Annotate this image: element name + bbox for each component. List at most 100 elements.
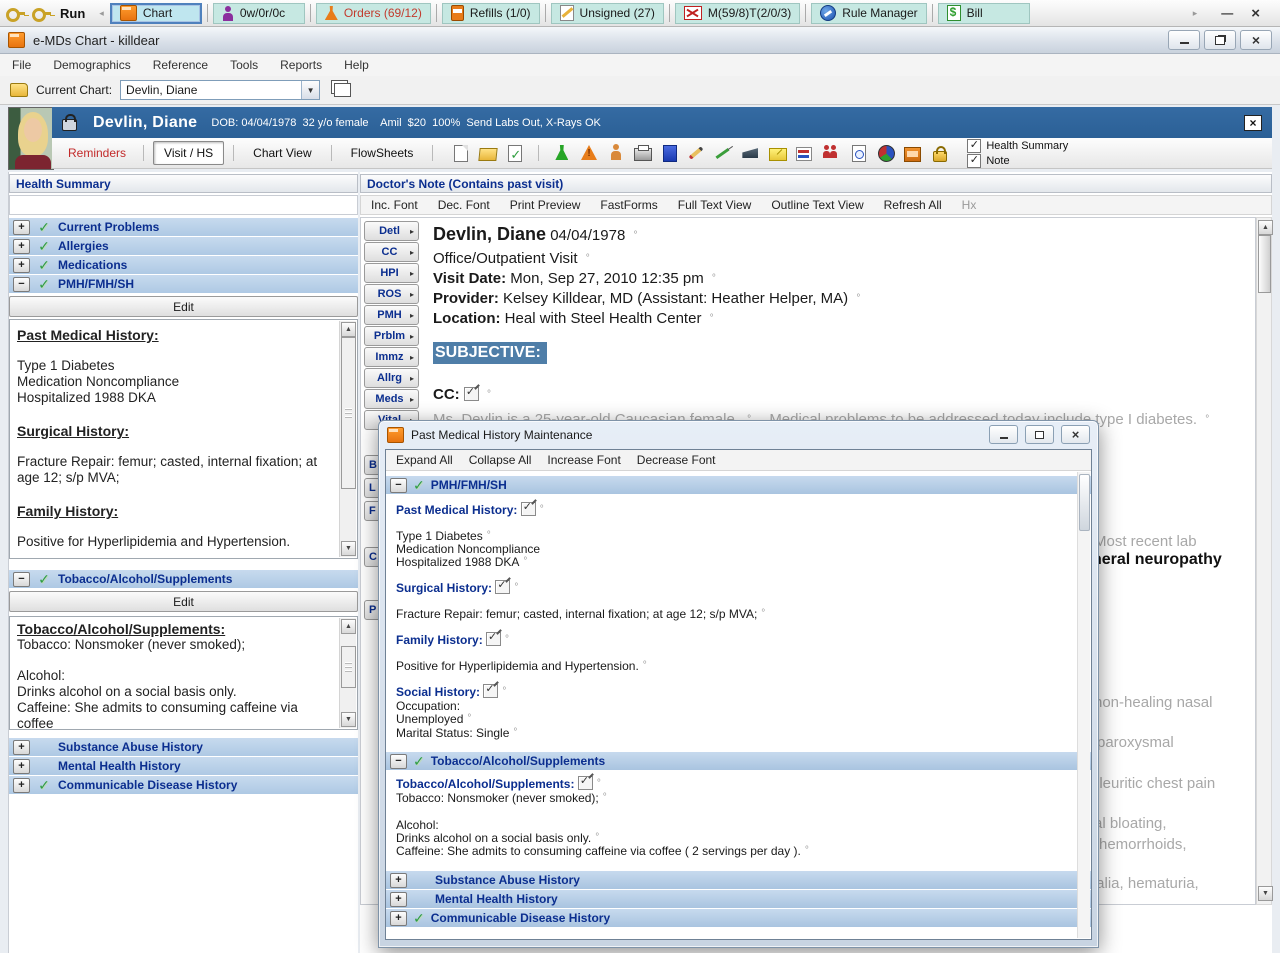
scrollbar[interactable]: ▲ ▼	[339, 321, 356, 557]
comment-dot[interactable]: °	[510, 582, 518, 593]
nav-ros-button[interactable]: ROS▸	[364, 284, 419, 304]
increase-font-button[interactable]: Increase Font	[547, 453, 620, 467]
menu-tools[interactable]: Tools	[230, 58, 258, 72]
section-communicable-disease[interactable]: + ✓ Communicable Disease History	[9, 776, 358, 795]
section-current-problems[interactable]: + ✓ Current Problems	[9, 218, 358, 237]
dialog-titlebar[interactable]: Past Medical History Maintenance ×	[379, 421, 1098, 448]
scroll-thumb[interactable]	[1079, 474, 1090, 531]
print-icon[interactable]	[634, 148, 652, 161]
scroll-thumb[interactable]	[341, 337, 356, 489]
dialog-close-button[interactable]: ×	[1061, 425, 1090, 444]
tab-messages[interactable]: M(59/8)T(2/0/3)	[675, 3, 800, 24]
reports-pie-icon[interactable]	[878, 145, 895, 162]
collapse-icon[interactable]: −	[13, 572, 30, 587]
comment-dot[interactable]: °	[599, 792, 607, 803]
schedule-icon[interactable]	[852, 145, 866, 162]
scroll-down-icon[interactable]: ▼	[341, 541, 356, 556]
comment-dot[interactable]: °	[519, 556, 527, 567]
expand-icon[interactable]: +	[390, 873, 407, 888]
visit-hs-button[interactable]: Visit / HS	[153, 141, 224, 165]
expand-icon[interactable]: +	[13, 740, 30, 755]
scan-icon[interactable]	[742, 148, 758, 158]
edit-checkbox-icon[interactable]: ✓	[464, 387, 479, 401]
expand-icon[interactable]: +	[13, 220, 30, 235]
nav-detl-button[interactable]: Detl▸	[364, 221, 419, 241]
comment-dot[interactable]: °	[509, 727, 517, 738]
menu-reference[interactable]: Reference	[153, 58, 208, 72]
nav-pmh-button[interactable]: PMH▸	[364, 305, 419, 325]
dialog-section-mental-health[interactable]: + Mental Health History	[386, 890, 1091, 908]
reminders-link[interactable]: Reminders	[68, 146, 126, 160]
edit-pencil-icon[interactable]	[689, 146, 704, 159]
comment-dot[interactable]: °	[708, 273, 716, 284]
tab-refills[interactable]: Refills (1/0)	[442, 3, 540, 24]
section-mental-health[interactable]: + Mental Health History	[9, 757, 358, 776]
edit-checkbox-icon[interactable]: ✓	[483, 684, 498, 698]
lock-icon[interactable]	[933, 151, 947, 162]
open-chart-icon[interactable]	[479, 148, 498, 161]
tabs-scroll-left-icon[interactable]: ◂	[99, 8, 104, 19]
refresh-all-button[interactable]: Refresh All	[884, 198, 942, 212]
dialog-section-communicable[interactable]: + ✓ Communicable Disease History	[386, 909, 1091, 927]
chevron-down-icon[interactable]: ▼	[301, 81, 319, 99]
scroll-up-icon[interactable]: ▲	[341, 322, 356, 337]
hx-button[interactable]: Hx	[962, 198, 977, 212]
fastforms-button[interactable]: FastForms	[600, 198, 657, 212]
comment-dot[interactable]: °	[483, 530, 491, 541]
window-minimize-button[interactable]	[1168, 30, 1200, 50]
comment-dot[interactable]: °	[591, 832, 599, 843]
inc-font-button[interactable]: Inc. Font	[371, 198, 418, 212]
decrease-font-button[interactable]: Decrease Font	[637, 453, 716, 467]
run-button[interactable]: Run	[60, 6, 85, 21]
comment-dot[interactable]: °	[498, 686, 506, 697]
dialog-section-tobacco[interactable]: − ✓ Tobacco/Alcohol/Supplements	[386, 752, 1091, 770]
tab-chart[interactable]: Chart	[110, 3, 202, 24]
collapse-all-button[interactable]: Collapse All	[469, 453, 532, 467]
privacy-lock-icon[interactable]	[62, 119, 77, 131]
section-tobacco[interactable]: − ✓ Tobacco/Alcohol/Supplements	[9, 570, 358, 589]
key-add-icon[interactable]	[32, 6, 52, 20]
comment-dot[interactable]: °	[501, 634, 509, 645]
scroll-up-icon[interactable]: ▲	[341, 619, 356, 634]
section-medications[interactable]: + ✓ Medications	[9, 256, 358, 275]
labs-icon[interactable]	[555, 145, 568, 160]
dec-font-button[interactable]: Dec. Font	[438, 198, 490, 212]
sign-note-icon[interactable]: ✓	[508, 145, 522, 162]
collapse-icon[interactable]: −	[13, 277, 30, 292]
comment-dot[interactable]: °	[801, 845, 809, 856]
tab-rule-manager[interactable]: Rule Manager	[811, 3, 926, 24]
scroll-thumb[interactable]	[1258, 235, 1271, 293]
current-chart-combobox[interactable]: Devlin, Diane ▼	[120, 80, 320, 100]
health-summary-checkbox[interactable]: ✓	[967, 139, 981, 153]
collapse-icon[interactable]: −	[390, 754, 407, 769]
document-icon[interactable]	[663, 145, 677, 162]
scrollbar[interactable]: ▲ ▼	[339, 618, 356, 728]
taskbar-close-button[interactable]: ×	[1251, 5, 1260, 22]
outline-text-view-button[interactable]: Outline Text View	[771, 198, 863, 212]
dialog-section-substance-abuse[interactable]: + Substance Abuse History	[386, 871, 1091, 889]
scroll-thumb[interactable]	[341, 646, 356, 688]
section-substance-abuse[interactable]: + Substance Abuse History	[9, 738, 358, 757]
comment-dot[interactable]: °	[1201, 414, 1209, 425]
pmh-text-area[interactable]: Past Medical History: Type 1 Diabetes Me…	[9, 319, 358, 559]
tobacco-text-area[interactable]: Tobacco/Alcohol/Supplements: Tobacco: No…	[9, 616, 358, 730]
expand-all-button[interactable]: Expand All	[396, 453, 453, 467]
chart-view-button[interactable]: Chart View	[243, 142, 321, 164]
taskbar-minimize-button[interactable]: —	[1221, 6, 1233, 20]
scroll-down-icon[interactable]: ▼	[341, 712, 356, 727]
tab-unsigned[interactable]: Unsigned (27)	[551, 3, 664, 24]
comment-dot[interactable]: °	[706, 313, 714, 324]
banner-close-button[interactable]: ×	[1244, 115, 1262, 131]
full-text-view-button[interactable]: Full Text View	[678, 198, 752, 212]
comment-dot[interactable]: °	[593, 778, 601, 789]
patient-demographics-icon[interactable]	[610, 144, 622, 160]
nav-prblm-button[interactable]: Prblm▸	[364, 326, 419, 346]
expand-icon[interactable]: +	[390, 911, 407, 926]
message-icon[interactable]	[769, 148, 787, 161]
menu-demographics[interactable]: Demographics	[53, 58, 130, 72]
nav-hpi-button[interactable]: HPI▸	[364, 263, 419, 283]
scroll-down-icon[interactable]: ▼	[1258, 886, 1273, 901]
edit-checkbox-icon[interactable]: ✓	[578, 776, 593, 790]
dialog-section-pmh[interactable]: − ✓ PMH/FMH/SH	[386, 476, 1091, 494]
edit-checkbox-icon[interactable]: ✓	[495, 580, 510, 594]
